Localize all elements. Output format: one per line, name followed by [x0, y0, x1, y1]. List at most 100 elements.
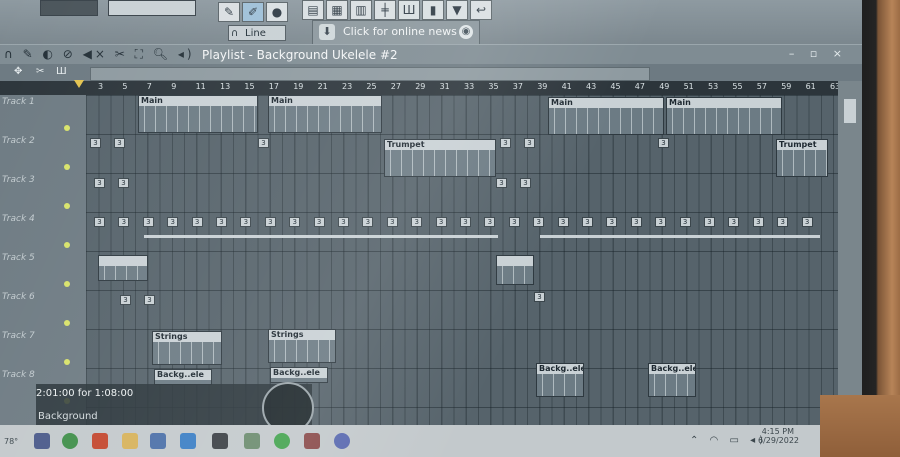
piano-icon[interactable]: Ш	[56, 66, 67, 77]
track-label[interactable]: Track 6	[2, 292, 35, 302]
search-icon[interactable]	[34, 433, 50, 449]
pattern-clip[interactable]: Trumpet	[384, 139, 496, 177]
pattern-clip[interactable]: Main	[138, 95, 258, 133]
system-tray[interactable]: ⌃ ◠ ▭ ◂)	[690, 435, 767, 446]
vertical-scrollbar[interactable]	[838, 81, 862, 425]
office-icon[interactable]	[92, 433, 108, 449]
pattern-clip[interactable]: Backg..ele	[154, 369, 212, 385]
pattern-clip[interactable]: Strings	[268, 329, 336, 363]
track-label[interactable]: Track 7	[2, 331, 35, 341]
weather-temp[interactable]: 78°	[4, 437, 18, 446]
track-mute-led[interactable]	[64, 164, 70, 170]
pattern-clip[interactable]: 3	[144, 295, 155, 305]
pattern-selector[interactable]	[108, 0, 196, 16]
piano-roll-icon[interactable]: ▦	[326, 0, 348, 20]
online-news-panel[interactable]: ⬇ Click for online news ◉	[312, 20, 480, 46]
cut-icon[interactable]: ✂	[36, 66, 44, 77]
pattern-clip[interactable]: 3	[191, 217, 203, 227]
pattern-clip[interactable]: Main	[666, 97, 782, 135]
chrome-profile-icon[interactable]	[274, 433, 290, 449]
pattern-clip[interactable]: 3	[582, 217, 593, 227]
pattern-clip[interactable]: 3	[496, 178, 507, 188]
pattern-clip[interactable]: 3	[94, 178, 105, 188]
track-label[interactable]: Track 4	[2, 214, 35, 224]
pattern-clip[interactable]: 3	[94, 217, 105, 227]
pattern-clip[interactable]: Main	[268, 95, 382, 133]
pattern-clip[interactable]: 3	[362, 217, 374, 227]
track-mute-led[interactable]	[64, 359, 70, 365]
pattern-clip[interactable]: 3	[520, 178, 531, 188]
pattern-clip[interactable]: Backg..ele	[648, 363, 696, 397]
pattern-clip[interactable]	[98, 255, 148, 281]
pattern-clip[interactable]: 3	[386, 217, 398, 227]
pattern-clip[interactable]: 3	[118, 217, 130, 227]
track-label[interactable]: Track 5	[2, 253, 35, 263]
track-mute-led[interactable]	[64, 281, 70, 287]
song-position-marker[interactable]	[74, 80, 84, 88]
pattern-clip[interactable]: 3	[216, 217, 227, 227]
timeline-ruler[interactable]: 3 5 7 9 11 13 15 17 19 21 23 25 27 29 31 33 35 37 39 41 43 45…	[0, 81, 862, 95]
pattern-clip[interactable]: 3	[120, 295, 131, 305]
pattern-clip[interactable]: 3	[534, 292, 545, 302]
help-icon[interactable]: ↩	[470, 0, 492, 20]
pattern-clip[interactable]: 3	[655, 217, 667, 227]
pattern-clip[interactable]: 3	[606, 217, 618, 227]
pattern-clip[interactable]: 3	[777, 217, 789, 227]
pattern-clip[interactable]: Backg..ele	[536, 363, 584, 397]
store-icon[interactable]	[150, 433, 166, 449]
pattern-clip[interactable]: 3	[289, 217, 301, 227]
playlist-icon[interactable]: ▤	[302, 0, 324, 20]
pattern-clip[interactable]: 3	[508, 217, 520, 227]
track-mute-led[interactable]	[64, 125, 70, 131]
snap-selector[interactable]: ∩ Line	[228, 25, 286, 41]
pattern-clip[interactable]: 3	[728, 217, 740, 227]
pattern-clip[interactable]: Strings	[152, 331, 222, 365]
move-icon[interactable]: ✥	[14, 66, 22, 77]
pattern-clip[interactable]: 3	[313, 217, 325, 227]
track-mute-led[interactable]	[64, 203, 70, 209]
fl-studio-icon[interactable]	[212, 433, 228, 449]
mail-icon[interactable]	[180, 433, 196, 449]
pattern-clip[interactable]: Trumpet	[776, 139, 828, 177]
pattern-clip[interactable]: 3	[411, 217, 423, 227]
channel-rack-icon[interactable]: ▥	[350, 0, 372, 20]
pattern-clip[interactable]: 3	[460, 217, 471, 227]
arrangement-grid[interactable]: Main Main Main Main Trumpet Trumpet 3 3 …	[86, 95, 838, 425]
track-label[interactable]: Track 2	[2, 136, 35, 146]
pattern-clip[interactable]: 3	[801, 217, 813, 227]
pattern-clip[interactable]: 3	[484, 217, 496, 227]
playlist-tool-icons[interactable]: ∩ ✎ ◐ ⊘ ◀× ✂ ⛶ 🔍︎ ◂)	[4, 47, 195, 62]
pattern-clip[interactable]: 3	[167, 217, 179, 227]
globe-icon[interactable]: ◉	[459, 25, 473, 39]
brush-tool-icon[interactable]: ✐	[242, 2, 264, 22]
file-explorer-icon[interactable]	[122, 433, 138, 449]
clock[interactable]: 4:15 PM 6/29/2022	[758, 427, 799, 445]
browser-icon[interactable]: Ш	[398, 0, 420, 20]
pin-icon[interactable]: ▼	[446, 0, 468, 20]
track-mute-led[interactable]	[64, 242, 70, 248]
track-label[interactable]: Track 8	[2, 370, 35, 380]
pattern-clip[interactable]: 3	[258, 138, 269, 148]
pattern-clip[interactable]: 3	[658, 138, 669, 148]
pattern-clip[interactable]: 3	[679, 217, 691, 227]
pattern-clip[interactable]: Main	[548, 97, 664, 135]
pattern-clip[interactable]: 3	[533, 217, 545, 227]
overview-scrollbar[interactable]	[90, 67, 650, 81]
pattern-clip[interactable]: 3	[114, 138, 125, 148]
pattern-clip[interactable]: 3	[704, 217, 715, 227]
pattern-clip[interactable]	[496, 255, 534, 285]
pattern-clip[interactable]: 3	[752, 217, 764, 227]
track-mute-led[interactable]	[64, 320, 70, 326]
pattern-clip[interactable]: 3	[142, 217, 154, 227]
window-controls[interactable]: – ▫ ×	[789, 47, 848, 60]
track-label[interactable]: Track 3	[2, 175, 35, 185]
pattern-clip[interactable]: 3	[500, 138, 511, 148]
pattern-clip[interactable]: 3	[435, 217, 447, 227]
app-icon[interactable]	[244, 433, 260, 449]
track-label[interactable]: Track 1	[2, 97, 35, 107]
winrar-icon[interactable]	[304, 433, 320, 449]
pencil-tool-icon[interactable]: ✎	[218, 2, 240, 22]
chrome-icon[interactable]	[62, 433, 78, 449]
plugin-icon[interactable]: ▮	[422, 0, 444, 20]
pattern-clip[interactable]: 3	[264, 217, 276, 227]
